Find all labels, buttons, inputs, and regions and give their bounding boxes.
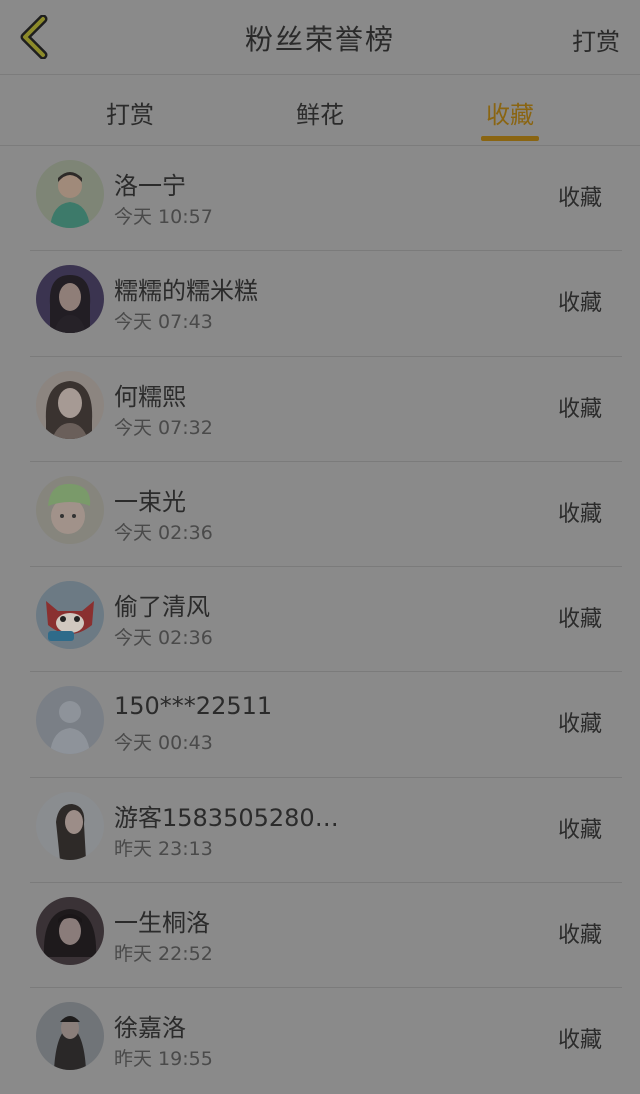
action-label: 收藏 bbox=[557, 817, 602, 843]
user-name: 何糯熙 bbox=[114, 382, 186, 411]
timestamp: 今天 00:43 bbox=[114, 732, 213, 755]
user-name: 150***22511 bbox=[114, 692, 273, 721]
timestamp: 今天 02:36 bbox=[114, 627, 213, 650]
user-name: 糯糯的糯米糕 bbox=[114, 277, 258, 306]
page-title: 粉丝荣誉榜 bbox=[244, 23, 395, 56]
action-label: 收藏 bbox=[557, 607, 602, 633]
timestamp: 昨天 23:13 bbox=[114, 837, 213, 860]
avatar[interactable] bbox=[36, 370, 104, 439]
user-name: 一束光 bbox=[114, 487, 186, 516]
action-label: 收藏 bbox=[557, 923, 602, 949]
fan-list: 洛一宁 今天 10:57 收藏 糯糯的糯米糕 今天 07:43 收藏 何糯熙 今… bbox=[0, 146, 640, 1094]
active-tab-indicator bbox=[481, 136, 539, 141]
avatar[interactable] bbox=[36, 897, 104, 966]
list-item[interactable]: 徐嘉洛 昨天 19:55 收藏 bbox=[0, 988, 640, 1093]
tab-favorites[interactable]: 收藏 bbox=[450, 95, 570, 130]
user-name: 徐嘉洛 bbox=[114, 1014, 186, 1043]
timestamp: 今天 07:43 bbox=[114, 311, 213, 334]
action-label: 收藏 bbox=[557, 186, 602, 211]
avatar[interactable] bbox=[36, 791, 104, 860]
avatar[interactable] bbox=[36, 581, 104, 650]
list-item[interactable]: 游客1583505280… 昨天 23:13 收藏 bbox=[0, 778, 640, 884]
list-item[interactable]: 何糯熙 今天 07:32 收藏 bbox=[0, 357, 640, 462]
timestamp: 今天 02:36 bbox=[114, 521, 213, 544]
user-name: 洛一宁 bbox=[114, 172, 186, 200]
list-item[interactable]: 偷了清风 今天 02:36 收藏 bbox=[0, 567, 640, 673]
action-label: 收藏 bbox=[557, 1028, 602, 1054]
timestamp: 昨天 19:55 bbox=[114, 1048, 213, 1071]
user-name: 一生桐洛 bbox=[114, 909, 210, 938]
list-item[interactable]: 150***22511 今天 00:43 收藏 bbox=[0, 672, 640, 778]
action-label: 收藏 bbox=[557, 501, 602, 527]
list-item[interactable]: 一生桐洛 昨天 22:52 收藏 bbox=[0, 883, 640, 989]
timestamp: 今天 10:57 bbox=[114, 206, 213, 228]
timestamp: 昨天 22:52 bbox=[114, 943, 213, 966]
user-name: 偷了清风 bbox=[114, 593, 210, 622]
reward-button[interactable]: 打赏 bbox=[572, 22, 620, 57]
list-item[interactable]: 糯糯的糯米糕 今天 07:43 收藏 bbox=[0, 251, 640, 357]
tab-reward[interactable]: 打赏 bbox=[70, 95, 190, 130]
avatar[interactable] bbox=[36, 160, 104, 228]
avatar[interactable] bbox=[36, 475, 104, 544]
avatar[interactable] bbox=[36, 1002, 104, 1071]
avatar[interactable] bbox=[36, 686, 104, 755]
action-label: 收藏 bbox=[557, 712, 602, 738]
list-item[interactable]: 洛一宁 今天 10:57 收藏 bbox=[0, 146, 640, 252]
avatar[interactable] bbox=[36, 265, 104, 334]
top-bar: 粉丝荣誉榜 打赏 bbox=[0, 0, 640, 75]
list-item[interactable]: 一束光 今天 02:36 收藏 bbox=[0, 462, 640, 568]
action-label: 收藏 bbox=[557, 291, 602, 317]
user-name: 游客1583505280… bbox=[114, 803, 339, 832]
tab-bar: 打赏 鲜花 收藏 bbox=[0, 75, 640, 146]
action-label: 收藏 bbox=[557, 396, 602, 422]
timestamp: 今天 07:32 bbox=[114, 416, 213, 439]
tab-flowers[interactable]: 鲜花 bbox=[260, 95, 380, 130]
